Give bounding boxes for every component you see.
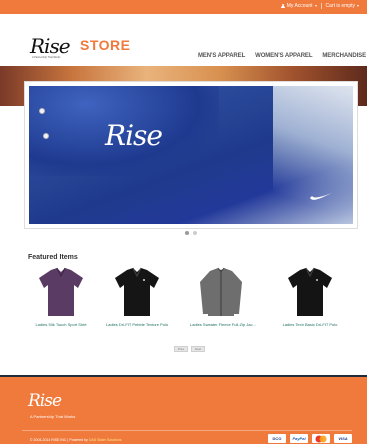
product-card[interactable]: Ladies Tech Basic Dri-FIT Polo	[279, 266, 341, 327]
product-image	[39, 267, 83, 316]
logo-tagline: A Partnership That Works	[32, 56, 61, 59]
product-image	[288, 267, 332, 316]
nav-womens-apparel[interactable]: WOMEN'S APPAREL	[255, 53, 312, 59]
hero-image: Rise	[29, 86, 353, 224]
prev-button[interactable]: Prev	[174, 346, 188, 352]
my-account-link[interactable]: My Account	[280, 3, 317, 9]
visa-icon: VISA	[334, 434, 352, 443]
carousel-dots	[185, 231, 197, 235]
carousel-dot[interactable]	[185, 231, 189, 235]
product-card[interactable]: Ladies Silk Touch Sport Shirt	[30, 266, 92, 327]
mastercard-logo	[315, 435, 327, 442]
product-name[interactable]: Ladies Tech Basic Dri-FIT Polo	[279, 322, 341, 327]
store-title: STORE	[80, 37, 131, 53]
footer-logo[interactable]: Rise	[28, 391, 62, 411]
nav-mens-apparel[interactable]: MEN'S APPAREL	[198, 53, 245, 59]
copyright: © 2004-2014 RISE INC | Powered by OAS Si…	[30, 438, 121, 442]
product-image	[115, 267, 159, 316]
next-button[interactable]: Next	[191, 346, 205, 352]
my-account-label: My Account	[286, 3, 313, 9]
product-name[interactable]: Ladies Dri-FIT Pebble Texture Polo	[106, 322, 168, 327]
shirt-button	[43, 133, 49, 139]
product-name[interactable]: Ladies Silk Touch Sport Shirt	[30, 322, 92, 327]
swoosh-icon	[310, 193, 332, 200]
paypal-icon: PayPal	[290, 434, 308, 443]
product-name[interactable]: Ladies Sweater Fleece Full-Zip Jac...	[190, 322, 256, 327]
user-icon	[280, 3, 285, 9]
mastercard-icon	[312, 434, 330, 443]
featured-title: Featured Items	[28, 254, 78, 261]
chevron-down-icon	[314, 5, 317, 7]
carousel-dot[interactable]	[193, 231, 197, 235]
footer-tagline: A Partnership That Works	[30, 414, 76, 419]
nav-merchandise[interactable]: MERCHANDISE	[322, 53, 366, 59]
product-image	[200, 267, 242, 316]
chevron-down-icon	[357, 5, 359, 7]
divider	[320, 3, 322, 9]
copyright-text: © 2004-2014 RISE INC | Powered by	[30, 438, 88, 442]
footer-divider	[22, 430, 352, 431]
top-bar: My Account Cart is empty	[0, 0, 367, 14]
cart-label: Cart is empty	[325, 3, 355, 9]
site-logo[interactable]: Rise	[30, 34, 71, 58]
site-footer: Rise A Partnership That Works © 2004-201…	[0, 375, 367, 444]
cart-link[interactable]: Cart is empty	[326, 3, 359, 9]
main-nav: MEN'S APPAREL WOMEN'S APPAREL MERCHANDIS…	[198, 53, 366, 59]
hero-logo: Rise	[105, 119, 163, 152]
payment-badge: DCO	[268, 434, 286, 443]
product-card[interactable]: Ladies Dri-FIT Pebble Texture Polo	[106, 266, 168, 327]
hero-carousel[interactable]: Rise	[24, 81, 358, 229]
shirt-highlight	[273, 86, 353, 224]
site-header: Rise A Partnership That Works STORE MEN'…	[0, 14, 367, 66]
featured-pager: Prev Next	[174, 346, 205, 352]
powered-by-link[interactable]: OAS Sister Solutions	[89, 438, 122, 442]
shirt-button	[39, 108, 45, 114]
product-card[interactable]: Ladies Sweater Fleece Full-Zip Jac...	[190, 266, 256, 327]
top-links: My Account Cart is empty	[280, 3, 359, 9]
